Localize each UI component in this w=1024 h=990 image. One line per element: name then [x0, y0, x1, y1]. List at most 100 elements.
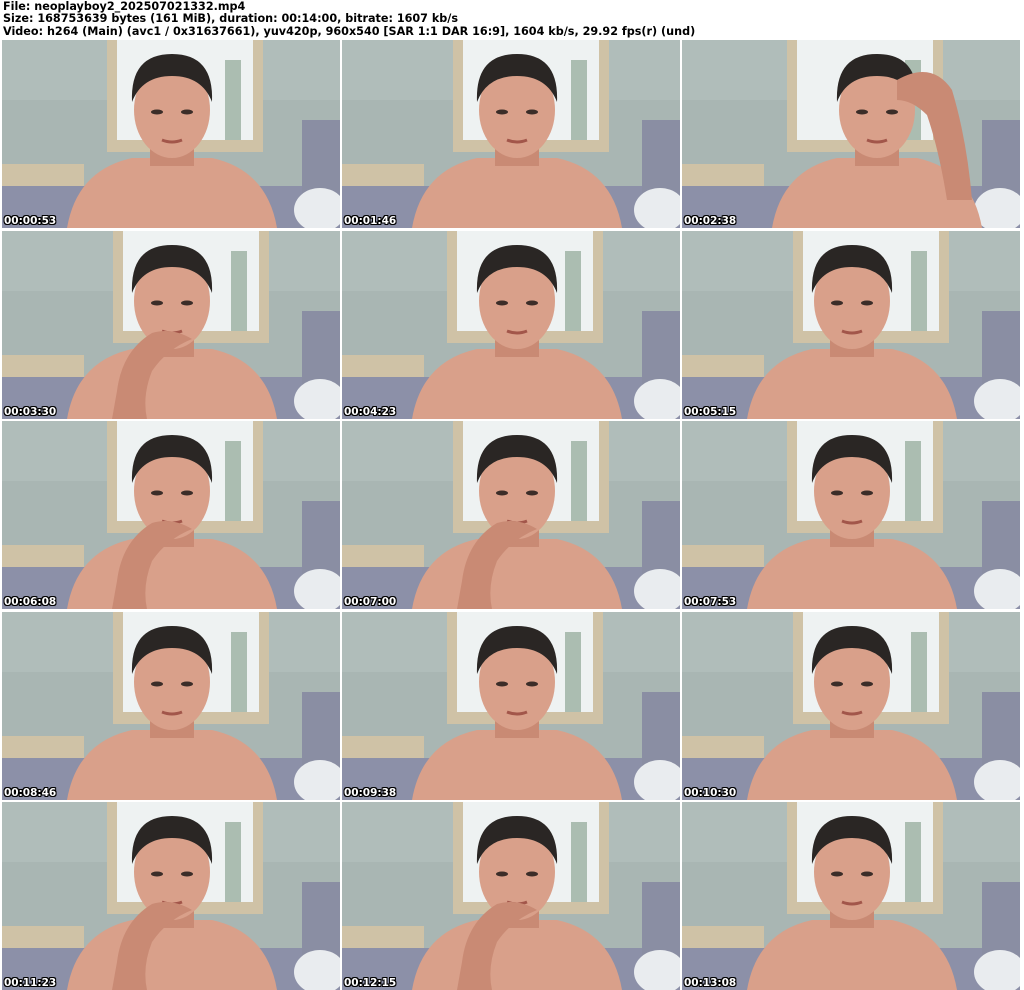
thumbnail-timestamp: 00:07:00	[344, 596, 397, 608]
window-reflection	[905, 441, 921, 521]
window-reflection	[911, 251, 927, 331]
left-eye	[151, 871, 163, 877]
left-eye	[831, 681, 843, 687]
video-thumbnail: 00:10:30	[682, 612, 1020, 800]
file-info-header: File: neoplayboy2_202507021332.mp4 Size:…	[3, 1, 1021, 39]
window-reflection	[225, 441, 241, 521]
thumbnail-frame-image	[682, 421, 1020, 609]
wooden-shelf	[342, 926, 424, 948]
wooden-shelf	[342, 545, 424, 567]
wooden-shelf	[682, 164, 764, 186]
thumbnail-timestamp: 00:02:38	[684, 215, 737, 227]
wooden-shelf	[342, 355, 424, 377]
thumbnail-timestamp: 00:09:38	[344, 787, 397, 799]
right-eye	[181, 681, 193, 687]
thumbnail-timestamp: 00:10:30	[684, 787, 737, 799]
left-eye	[151, 300, 163, 306]
wooden-shelf	[2, 736, 84, 758]
left-eye	[151, 109, 163, 115]
left-eye	[151, 681, 163, 687]
thumbnail-timestamp: 00:00:53	[4, 215, 57, 227]
thumbnail-frame-image	[342, 612, 680, 800]
wooden-shelf	[682, 926, 764, 948]
window-reflection	[911, 632, 927, 712]
window-reflection	[225, 822, 241, 902]
thumbnail-frame-image	[342, 802, 680, 990]
wooden-shelf	[682, 355, 764, 377]
thumbnail-timestamp: 00:03:30	[4, 406, 57, 418]
thumbnail-timestamp: 00:08:46	[4, 787, 57, 799]
right-eye	[526, 490, 538, 496]
file-size-line: Size: 168753639 bytes (161 MiB), duratio…	[3, 12, 459, 26]
right-eye	[526, 109, 538, 115]
wooden-shelf	[342, 736, 424, 758]
left-eye	[496, 300, 508, 306]
right-eye	[526, 871, 538, 877]
right-eye	[181, 300, 193, 306]
thumbnail-frame-image	[2, 231, 340, 419]
window-reflection	[565, 632, 581, 712]
thumbnail-frame-image	[2, 40, 340, 228]
video-thumbnail: 00:02:38	[682, 40, 1020, 228]
thumbnail-timestamp: 00:04:23	[344, 406, 397, 418]
thumbnail-timestamp: 00:01:46	[344, 215, 397, 227]
right-eye	[181, 109, 193, 115]
window-reflection	[905, 822, 921, 902]
left-eye	[496, 490, 508, 496]
video-thumbnail: 00:06:08	[2, 421, 340, 609]
wooden-shelf	[2, 545, 84, 567]
thumbnail-timestamp: 00:12:15	[344, 977, 397, 989]
right-eye	[181, 490, 193, 496]
left-eye	[496, 871, 508, 877]
video-thumbnail: 00:13:08	[682, 802, 1020, 990]
thumbnail-frame-image	[682, 612, 1020, 800]
left-eye	[151, 490, 163, 496]
left-eye	[496, 109, 508, 115]
right-eye	[526, 681, 538, 687]
video-thumbnail: 00:05:15	[682, 231, 1020, 419]
right-eye	[181, 871, 193, 877]
thumbnail-grid: 00:00:53 00:01:46 00:02:38 00:03:30 00:04:23…	[2, 40, 1022, 990]
thumbnail-frame-image	[2, 612, 340, 800]
right-eye	[526, 300, 538, 306]
wooden-shelf	[2, 926, 84, 948]
thumbnail-frame-image	[682, 802, 1020, 990]
window-reflection	[231, 251, 247, 331]
video-thumbnail: 00:07:53	[682, 421, 1020, 609]
left-eye	[831, 490, 843, 496]
wooden-shelf	[342, 164, 424, 186]
video-thumbnail: 00:07:00	[342, 421, 680, 609]
right-eye	[861, 490, 873, 496]
video-thumbnail: 00:01:46	[342, 40, 680, 228]
thumbnail-timestamp: 00:11:23	[4, 977, 57, 989]
window-reflection	[225, 60, 241, 140]
window-reflection	[571, 822, 587, 902]
video-thumbnail: 00:04:23	[342, 231, 680, 419]
right-eye	[861, 300, 873, 306]
thumbnail-frame-image	[2, 421, 340, 609]
left-eye	[831, 300, 843, 306]
left-eye	[496, 681, 508, 687]
thumbnail-frame-image	[342, 40, 680, 228]
video-thumbnail: 00:00:53	[2, 40, 340, 228]
right-eye	[886, 109, 898, 115]
video-thumbnail: 00:12:15	[342, 802, 680, 990]
wooden-shelf	[682, 545, 764, 567]
window-reflection	[231, 632, 247, 712]
thumbnail-timestamp: 00:05:15	[684, 406, 737, 418]
thumbnail-frame-image	[342, 231, 680, 419]
thumbnail-frame-image	[2, 802, 340, 990]
video-thumbnail: 00:08:46	[2, 612, 340, 800]
thumbnail-timestamp: 00:07:53	[684, 596, 737, 608]
video-stream-line: Video: h264 (Main) (avc1 / 0x31637661), …	[3, 24, 696, 38]
right-eye	[861, 871, 873, 877]
wooden-shelf	[2, 164, 84, 186]
thumbnail-frame-image	[342, 421, 680, 609]
thumbnail-timestamp: 00:13:08	[684, 977, 737, 989]
video-thumbnail: 00:09:38	[342, 612, 680, 800]
wooden-shelf	[2, 355, 84, 377]
thumbnail-timestamp: 00:06:08	[4, 596, 57, 608]
window-reflection	[571, 441, 587, 521]
right-eye	[861, 681, 873, 687]
window-reflection	[571, 60, 587, 140]
